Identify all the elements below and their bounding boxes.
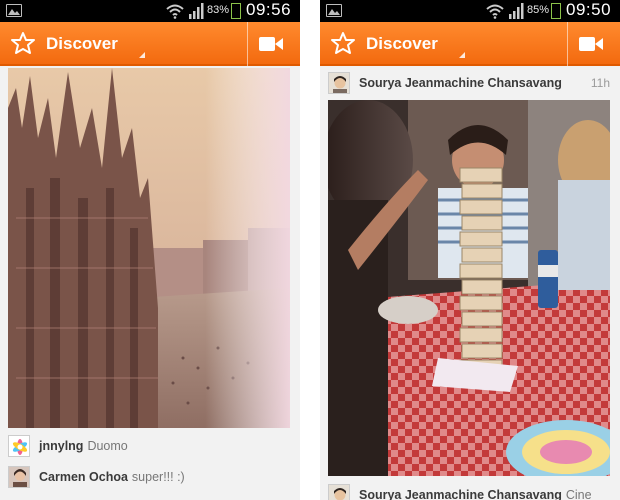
comment-username[interactable]: jnnylng <box>39 439 83 453</box>
screen-title[interactable]: Discover <box>46 34 118 54</box>
status-bar: 85% 09:50 <box>320 0 620 22</box>
wifi-icon <box>166 4 184 19</box>
wifi-icon <box>486 4 504 19</box>
battery-percent: 83% <box>207 4 230 16</box>
post-username[interactable]: Sourya Jeanmachine Chansavang <box>359 488 562 500</box>
flower-logo-icon[interactable] <box>10 31 36 57</box>
post-header[interactable]: Sourya Jeanmachine Chansavang 11h <box>328 68 620 98</box>
jenga-photo[interactable] <box>328 100 610 476</box>
video-camera-icon[interactable] <box>258 35 284 53</box>
post-caption: Cine <box>565 488 592 500</box>
post-username[interactable]: Sourya Jeanmachine Chansavang <box>359 76 562 90</box>
comment-text: super!!! :) <box>131 470 185 484</box>
gallery-notification-icon <box>326 4 342 17</box>
comment-row[interactable]: jnnylng Duomo <box>8 431 300 461</box>
signal-icon <box>509 3 524 19</box>
battery-icon <box>551 3 561 19</box>
title-dropdown-indicator <box>459 52 465 58</box>
next-post-header[interactable]: Sourya Jeanmachine Chansavang Cine <box>328 480 620 500</box>
post-time: 11h <box>590 76 610 90</box>
comment-row[interactable]: Carmen Ochoa super!!! :) <box>8 462 300 492</box>
status-bar: 83% 09:56 <box>0 0 300 22</box>
actionbar-divider <box>247 22 248 66</box>
comment-username[interactable]: Carmen Ochoa <box>39 470 128 484</box>
avatar[interactable] <box>8 435 30 457</box>
battery-percent: 85% <box>527 4 550 16</box>
flower-logo-icon[interactable] <box>330 31 356 57</box>
action-bar: Discover <box>320 22 620 66</box>
gallery-notification-icon <box>6 4 22 17</box>
right-phone-screen: 85% 09:50 Discover Sourya Jeanmachine Ch… <box>320 0 620 500</box>
avatar[interactable] <box>8 466 30 488</box>
video-camera-icon[interactable] <box>578 35 604 53</box>
avatar[interactable] <box>328 484 350 500</box>
battery-icon <box>231 3 241 19</box>
title-dropdown-indicator <box>139 52 145 58</box>
signal-icon <box>189 3 204 19</box>
comment-text: Duomo <box>87 439 128 453</box>
actionbar-divider <box>567 22 568 66</box>
cathedral-photo[interactable] <box>8 68 290 428</box>
clock: 09:50 <box>566 0 612 19</box>
avatar[interactable] <box>328 72 350 94</box>
left-phone-screen: 83% 09:56 Discover jnnylng Duomo Carmen … <box>0 0 300 500</box>
screen-title[interactable]: Discover <box>366 34 438 54</box>
action-bar: Discover <box>0 22 300 66</box>
clock: 09:56 <box>246 0 292 19</box>
